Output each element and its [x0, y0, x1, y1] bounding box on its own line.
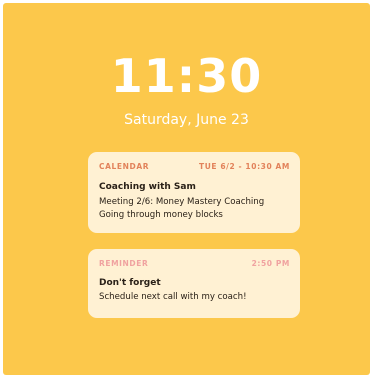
- notification-body-line: Schedule next call with my coach!: [99, 292, 247, 302]
- notification-app-label: REMINDER: [99, 259, 149, 268]
- notification-body: Schedule next call with my coach!: [99, 291, 290, 304]
- notification-app-label: CALENDAR: [99, 162, 150, 171]
- notification-header: CALENDAR TUE 6/2 - 10:30 AM: [99, 162, 290, 172]
- lock-screen-date: Saturday, June 23: [124, 112, 249, 128]
- notification-body: Meeting 2/6: Money Mastery Coaching Goin…: [99, 196, 290, 221]
- notification-header: REMINDER 2:50 PM: [99, 259, 290, 269]
- reminder-notification[interactable]: REMINDER 2:50 PM Don't forget Schedule n…: [88, 249, 300, 318]
- lock-screen-clock: 11:30: [110, 49, 263, 103]
- lock-screen: 11:30 Saturday, June 23 CALENDAR TUE 6/2…: [3, 3, 370, 375]
- notification-time: 2:50 PM: [251, 259, 290, 268]
- notification-title: Don't forget: [99, 278, 161, 288]
- notification-title: Coaching with Sam: [99, 182, 196, 192]
- notification-body-line: Going through money blocks: [99, 209, 223, 220]
- calendar-notification[interactable]: CALENDAR TUE 6/2 - 10:30 AM Coaching wit…: [88, 152, 300, 233]
- notification-time: TUE 6/2 - 10:30 AM: [198, 162, 290, 171]
- notification-body-line: Meeting 2/6: Money Mastery Coaching: [99, 197, 265, 207]
